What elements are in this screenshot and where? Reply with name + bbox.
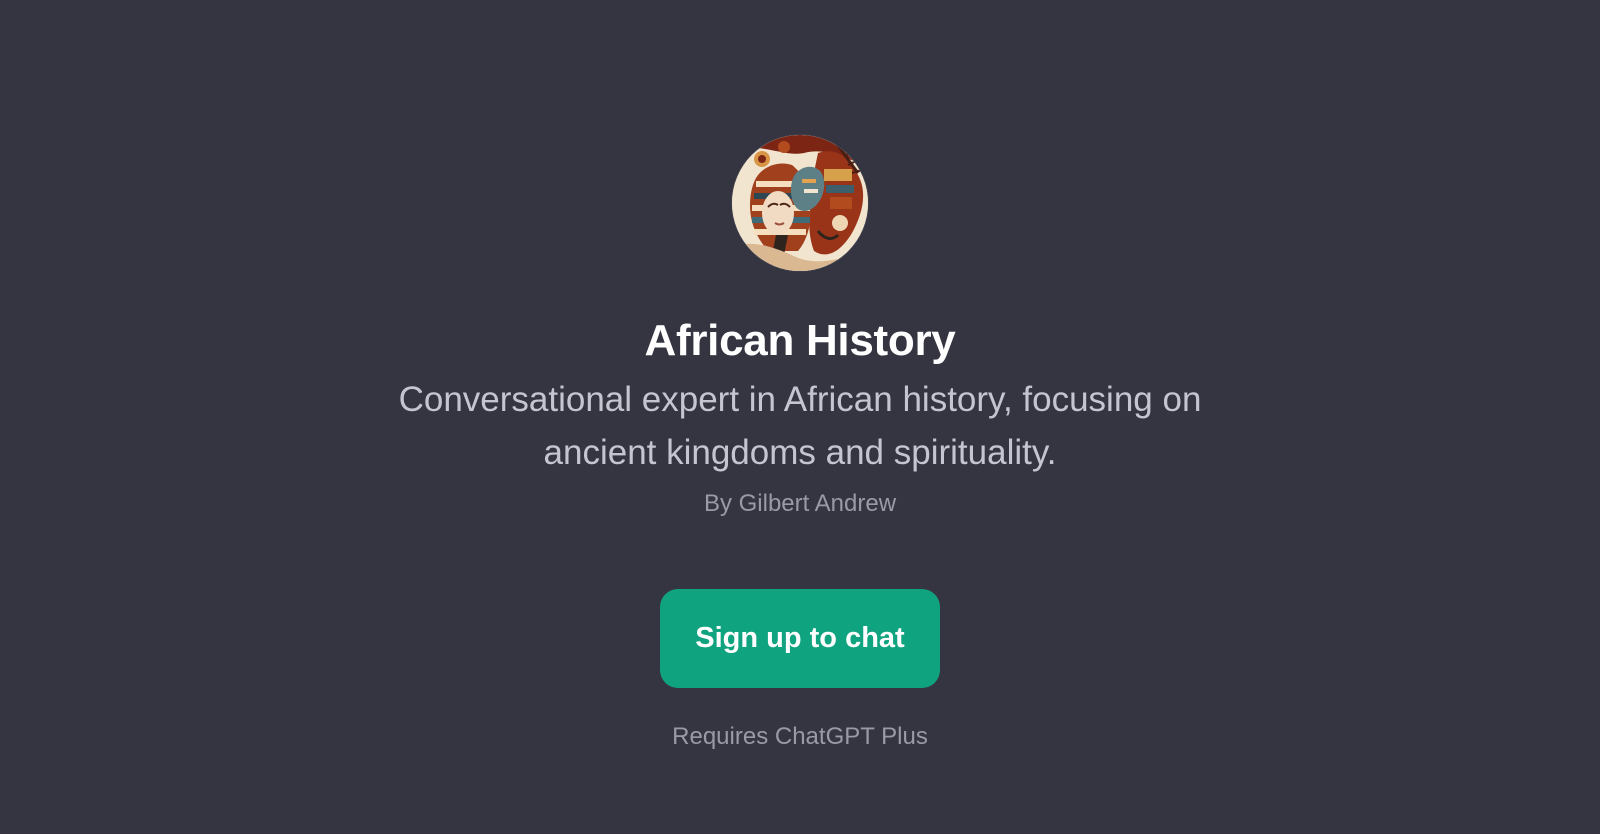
- gpt-description: Conversational expert in African history…: [398, 380, 1202, 472]
- gpt-title: African History: [644, 316, 956, 365]
- pharaoh-avatar-icon: [732, 135, 868, 271]
- sign-up-to-chat-button[interactable]: Sign up to chat: [660, 589, 940, 688]
- gpt-avatar: [732, 135, 868, 271]
- gpt-landing-page: African History Conversational expert in…: [0, 0, 1600, 834]
- gpt-author: By Gilbert Andrew: [703, 490, 897, 517]
- plus-requirement-note: Requires ChatGPT Plus: [672, 723, 928, 750]
